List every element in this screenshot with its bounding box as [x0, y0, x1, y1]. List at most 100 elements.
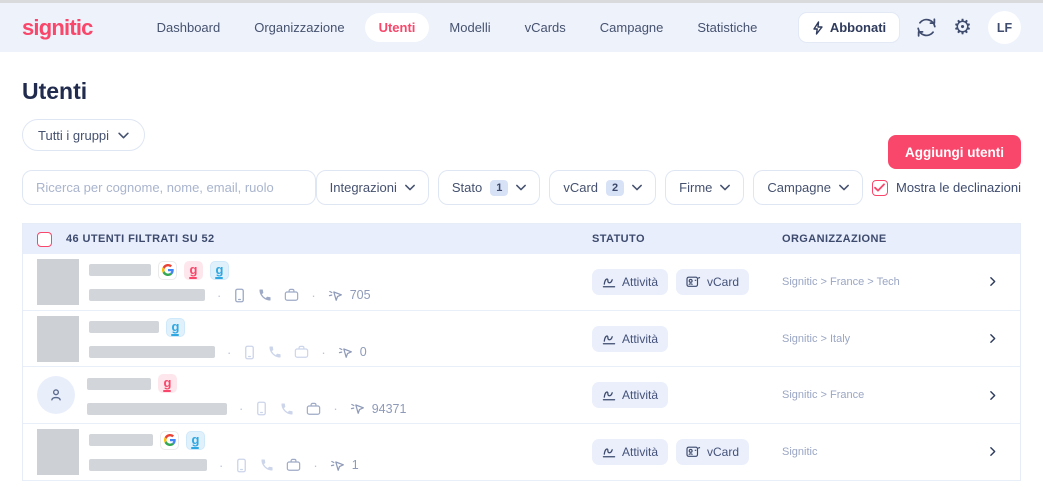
dot-separator: ·	[333, 401, 338, 417]
mobile-phone-icon	[243, 345, 256, 360]
briefcase-icon	[284, 288, 299, 302]
filter-label: Stato	[451, 180, 483, 195]
filter-count-badge: 1	[490, 179, 509, 196]
subscribe-button[interactable]: Abbonati	[797, 12, 901, 43]
badge-label: Attività	[622, 274, 659, 289]
status-cell: Attività vCard	[592, 268, 782, 295]
signature-count: 94371	[350, 401, 407, 416]
filter-row: Integrazioni Stato 1 vCard 2 Firme Campagne Mos…	[22, 170, 1021, 205]
select-all-checkbox[interactable]	[37, 231, 52, 247]
signature-count: 1	[330, 458, 359, 473]
nav-right-actions: Abbonati ⚙ LF	[797, 11, 1021, 44]
badge-label: Attività	[622, 331, 659, 346]
user-cell: g · · 94371	[37, 374, 592, 416]
user-avatar[interactable]: LF	[988, 11, 1021, 44]
filter-dropdown-vcard[interactable]: vCard 2	[549, 170, 657, 205]
filter-count-badge: 2	[606, 179, 625, 196]
nav-item-modelli[interactable]: Modelli	[435, 13, 504, 42]
show-declensions-toggle[interactable]: Mostra le declinazioni	[871, 179, 1021, 196]
signature-spark-icon	[330, 458, 345, 473]
add-users-button[interactable]: Aggiungi utenti	[888, 135, 1021, 169]
user-cell: g · · 0	[37, 315, 592, 362]
organization-path: Signitic > France > Tech	[782, 275, 900, 288]
signature-spark-icon	[350, 401, 365, 416]
table-body: g g · · 705 Attività vCard Signitic > France > …	[23, 254, 1020, 481]
status-badge-activity: Attività	[592, 325, 669, 352]
nav-item-vcards[interactable]: vCards	[511, 13, 580, 42]
status-badge-vcard: vCard	[676, 268, 750, 295]
filter-dropdown-integrazioni[interactable]: Integrazioni	[315, 170, 429, 205]
signature-count-value: 94371	[371, 401, 407, 416]
filtered-count-label: 46 UTENTI FILTRATI SU 52	[66, 233, 215, 245]
badge-label: vCard	[707, 274, 740, 289]
organization-path: Signitic > Italy	[782, 332, 851, 345]
user-row[interactable]: g g · · 705 Attività vCard Signitic > France > …	[23, 254, 1020, 311]
organization-path: Signitic > France	[782, 389, 865, 402]
column-header-status: STATUTO	[592, 233, 645, 245]
signitic-blue-icon: g	[210, 260, 229, 280]
blurred-name	[87, 377, 151, 390]
groups-filter-dropdown[interactable]: Tutti i gruppi	[22, 119, 146, 151]
chevron-down-icon	[118, 132, 129, 138]
blurred-email	[89, 459, 207, 472]
user-lines: g · · 94371	[87, 374, 406, 416]
phone-icon	[280, 402, 294, 416]
row-chevron-right-icon[interactable]	[964, 332, 1020, 345]
blurred-email	[87, 402, 227, 415]
chevron-down-icon	[720, 184, 731, 191]
phone-icon	[260, 458, 274, 472]
refresh-icon[interactable]	[916, 17, 937, 38]
badge-label: Attività	[622, 444, 659, 459]
person-avatar-icon	[37, 376, 75, 415]
blurred-email	[89, 289, 205, 302]
nav-item-utenti[interactable]: Utenti	[364, 13, 430, 42]
user-row[interactable]: g · · 0 Attività Signitic > Italy	[23, 310, 1020, 368]
nav-item-campagne[interactable]: Campagne	[586, 13, 678, 42]
briefcase-icon	[306, 402, 321, 416]
briefcase-icon	[294, 345, 309, 359]
user-row[interactable]: g · · 1 Attività vCard Signitic	[23, 424, 1020, 481]
row-chevron-right-icon[interactable]	[964, 445, 1020, 458]
nav-item-dashboard[interactable]: Dashboard	[143, 13, 235, 42]
filter-dropdown-stato[interactable]: Stato 1	[437, 170, 541, 205]
badge-label: vCard	[707, 444, 740, 459]
status-cell: Attività vCard	[592, 438, 782, 465]
chevron-down-icon	[632, 184, 643, 191]
declensions-label: Mostra le declinazioni	[895, 180, 1021, 195]
search-input[interactable]	[22, 170, 316, 205]
status-badge-activity: Attività	[592, 438, 669, 465]
status-badge-activity: Attività	[592, 382, 669, 409]
blurred-avatar	[37, 428, 79, 475]
blurred-name	[89, 264, 151, 277]
filter-dropdown-campagne[interactable]: Campagne	[753, 170, 863, 205]
chevron-down-icon	[839, 184, 849, 191]
status-badge-vcard: vCard	[676, 438, 750, 465]
nav-item-organizzazione[interactable]: Organizzazione	[240, 13, 358, 42]
signature-count-value: 0	[359, 345, 367, 360]
subscribe-label: Abbonati	[829, 20, 887, 35]
dot-separator: ·	[311, 287, 316, 303]
gear-icon[interactable]: ⚙	[953, 17, 972, 38]
signitic-blue-icon: g	[186, 430, 205, 450]
dot-separator: ·	[321, 344, 326, 360]
nav-menu: Dashboard Organizzazione Utenti Modelli vCar…	[143, 13, 772, 42]
badge-label: Attività	[622, 388, 659, 403]
nav-item-statistiche[interactable]: Statistiche	[683, 13, 771, 42]
dot-separator: ·	[313, 457, 318, 473]
filter-label: Firme	[679, 180, 713, 195]
row-chevron-right-icon[interactable]	[964, 389, 1020, 402]
column-header-organization: ORGANIZZAZIONE	[782, 233, 887, 245]
filter-dropdown-firme[interactable]: Firme	[665, 170, 745, 205]
signature-spark-icon	[338, 345, 353, 360]
signature-count-value: 705	[349, 288, 371, 303]
main-content: Utenti Aggiungi utenti Tutti i gruppi In…	[0, 78, 1043, 205]
blurred-email	[89, 346, 215, 359]
user-cell: g · · 1	[37, 428, 592, 475]
dot-separator: ·	[239, 401, 244, 417]
mobile-phone-icon	[235, 458, 248, 473]
signitic-logo[interactable]: signitic	[22, 15, 93, 41]
declensions-checkbox[interactable]	[871, 179, 888, 196]
user-row[interactable]: g · · 94371 Attività Signitic > France	[23, 367, 1020, 425]
row-chevron-right-icon[interactable]	[964, 275, 1020, 288]
phone-icon	[258, 288, 272, 302]
